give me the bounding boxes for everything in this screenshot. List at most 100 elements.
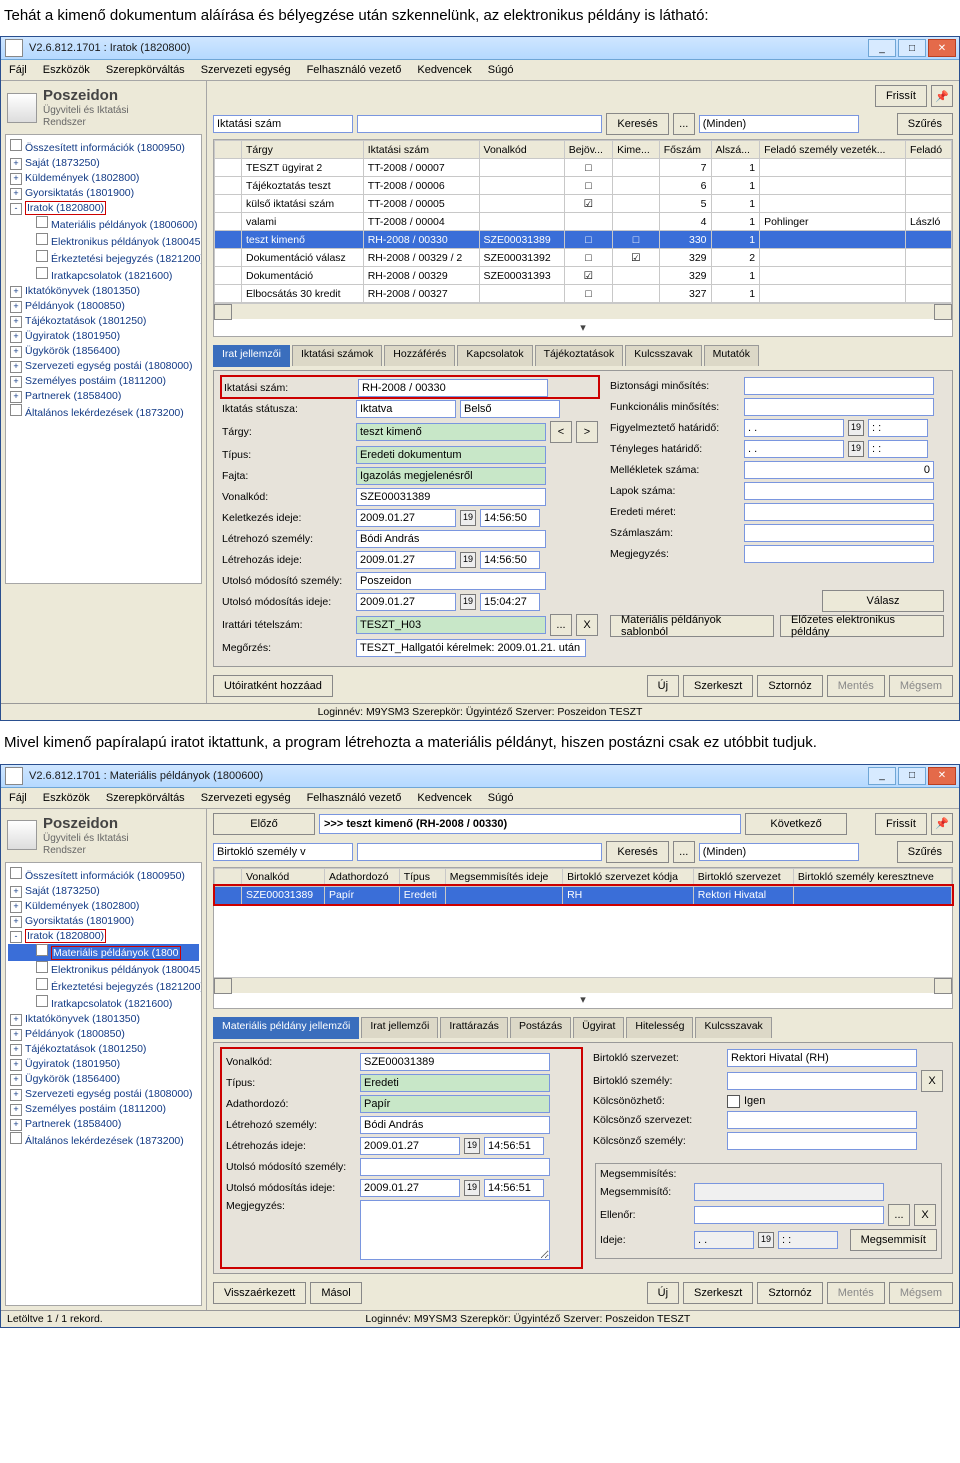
tab[interactable]: Mutatók (704, 345, 759, 366)
tree-item[interactable]: +Partnerek (1858400) (8, 389, 199, 404)
tree-item[interactable]: +Saját (1873250) (8, 884, 199, 899)
table-row[interactable]: Elbocsátás 30 kreditRH-2008 / 00327□3271 (215, 285, 952, 303)
tree-item[interactable]: +Gyorsiktatás (1801900) (8, 914, 199, 929)
tree-item[interactable]: +Ügyiratok (1801950) (8, 1057, 199, 1072)
megsemmisites-date[interactable] (694, 1231, 754, 1249)
tree-item[interactable]: Elektronikus példányok (180045 (8, 961, 199, 978)
tree-item[interactable]: +Küldemények (1802800) (8, 899, 199, 914)
tab[interactable]: Iktatási számok (292, 345, 382, 366)
save-button[interactable]: Mentés (827, 1282, 885, 1304)
megjegyzes-field[interactable] (744, 545, 934, 563)
records-grid[interactable]: VonalkódAdathordozóTípusMegsemmisítés id… (213, 867, 953, 1009)
col-header[interactable]: Vonalkód (242, 868, 325, 886)
calendar-icon[interactable]: 19 (460, 594, 476, 610)
tipus-field[interactable] (360, 1074, 550, 1092)
scope-select[interactable] (699, 115, 859, 133)
kolcsonzo-szemely-field[interactable] (727, 1132, 917, 1150)
szamlaszam-field[interactable] (744, 524, 934, 542)
tree-item[interactable]: Iratkapcsolatok (1821600) (8, 995, 199, 1012)
tree-item[interactable]: Elektronikus példányok (180045 (8, 233, 199, 250)
tree-item[interactable]: Iratkapcsolatok (1821600) (8, 267, 199, 284)
tab[interactable]: Tájékoztatások (535, 345, 624, 366)
tab[interactable]: Kulcsszavak (625, 345, 701, 366)
calendar-icon[interactable]: 19 (848, 420, 864, 436)
letrehozas-time[interactable] (484, 1137, 544, 1155)
col-header[interactable]: Birtokló személy keresztneve (793, 868, 951, 886)
mellekletek-field[interactable] (744, 461, 934, 479)
save-button[interactable]: Mentés (827, 675, 885, 697)
tenyleges-date[interactable] (744, 440, 844, 458)
birtoklo-szemely-field[interactable] (727, 1072, 917, 1090)
ellenor-field[interactable] (694, 1206, 884, 1224)
adathordozo-field[interactable] (360, 1095, 550, 1113)
keletkezes-date[interactable] (356, 509, 456, 527)
clear-button[interactable]: X (914, 1204, 936, 1226)
nav-next[interactable]: > (576, 421, 598, 443)
records-grid[interactable]: TárgyIktatási számVonalkódBejöv...Kime..… (213, 139, 953, 337)
menu-item[interactable]: Kedvencek (417, 792, 471, 804)
materialis-sablon-button[interactable]: Materiális példányok sablonból (610, 615, 774, 637)
tree-item[interactable]: +Példányok (1800850) (8, 299, 199, 314)
menu-item[interactable]: Súgó (488, 792, 514, 804)
col-header[interactable]: Feladó személy vezeték... (760, 141, 906, 159)
grid-hscroll[interactable] (214, 303, 952, 319)
tree-item[interactable]: +Ügykörök (1856400) (8, 344, 199, 359)
table-row[interactable]: teszt kimenőRH-2008 / 00330SZE00031389□□… (215, 231, 952, 249)
irattar-field[interactable] (356, 616, 546, 634)
tab[interactable]: Materiális példány jellemzői (213, 1017, 359, 1039)
search-category[interactable] (213, 115, 353, 133)
tree-item[interactable]: +Szervezeti egység postái (1808000) (8, 359, 199, 374)
search-button[interactable]: Keresés (606, 113, 668, 135)
tree-item[interactable]: Összesített információk (1800950) (8, 867, 199, 884)
table-row[interactable]: DokumentációRH-2008 / 00329SZE00031393☑3… (215, 267, 952, 285)
tab[interactable]: Kapcsolatok (457, 345, 532, 366)
table-row[interactable]: külső iktatási számTT-2008 / 00005☑51 (215, 195, 952, 213)
titlebar[interactable]: V2.6.812.1701 : Materiális példányok (18… (1, 765, 959, 788)
col-header[interactable]: Bejöv... (564, 141, 612, 159)
col-header[interactable]: Adathordozó (324, 868, 399, 886)
search-button[interactable]: Keresés (606, 841, 668, 863)
close-button[interactable]: ✕ (928, 767, 956, 785)
kolcsonozheto-checkbox[interactable] (727, 1095, 740, 1108)
tree-item[interactable]: +Ügyiratok (1801950) (8, 329, 199, 344)
tab[interactable]: Hitelesség (626, 1017, 693, 1038)
menu-item[interactable]: Fájl (9, 792, 27, 804)
pin-button[interactable]: 📌 (931, 85, 953, 107)
search-input[interactable] (357, 843, 602, 861)
targy-field[interactable] (356, 423, 546, 441)
table-row[interactable]: valamiTT-2008 / 0000441PohlingerLászló (215, 213, 952, 231)
tree-item[interactable]: +Saját (1873250) (8, 156, 199, 171)
biztonsagi-field[interactable] (744, 377, 934, 395)
letrehozas-date[interactable] (360, 1137, 460, 1155)
col-header[interactable]: Feladó (905, 141, 951, 159)
modositas-date[interactable] (360, 1179, 460, 1197)
tab[interactable]: Postázás (510, 1017, 571, 1038)
storno-button[interactable]: Sztornóz (757, 675, 822, 697)
letrehozas-date[interactable] (356, 551, 456, 569)
letrehozo-field[interactable] (356, 530, 546, 548)
calendar-icon[interactable]: 19 (460, 552, 476, 568)
tree-item[interactable]: +Partnerek (1858400) (8, 1117, 199, 1132)
clear-button[interactable]: X (576, 614, 598, 636)
tree-item[interactable]: +Iktatókönyvek (1801350) (8, 284, 199, 299)
dots-button[interactable]: ... (673, 841, 695, 863)
col-header[interactable]: Kime... (613, 141, 660, 159)
letrehozas-time[interactable] (480, 551, 540, 569)
refresh-button[interactable]: Frissít (875, 85, 927, 107)
new-button[interactable]: Új (647, 1282, 679, 1304)
vonalkod-field[interactable] (356, 488, 546, 506)
calendar-icon[interactable]: 19 (464, 1138, 480, 1154)
letrehozo-field[interactable] (360, 1116, 550, 1134)
pin-button[interactable]: 📌 (931, 813, 953, 835)
col-header[interactable]: Alszá... (711, 141, 760, 159)
tree-item[interactable]: Általános lekérdezések (1873200) (8, 1132, 199, 1149)
table-row[interactable]: TESZT ügyirat 2TT-2008 / 00007□71 (215, 159, 952, 177)
menu-item[interactable]: Szerepkörváltás (106, 792, 185, 804)
tree-item[interactable]: Összesített információk (1800950) (8, 139, 199, 156)
megsemmisito-field[interactable] (694, 1183, 884, 1201)
prev-button[interactable]: Előző (213, 813, 315, 835)
grid-expand-icon[interactable]: ▾ (214, 319, 952, 336)
tree-item[interactable]: -Iratok (1820800) (8, 201, 199, 216)
calendar-icon[interactable]: 19 (758, 1232, 774, 1248)
vonalkod-field[interactable] (360, 1053, 550, 1071)
